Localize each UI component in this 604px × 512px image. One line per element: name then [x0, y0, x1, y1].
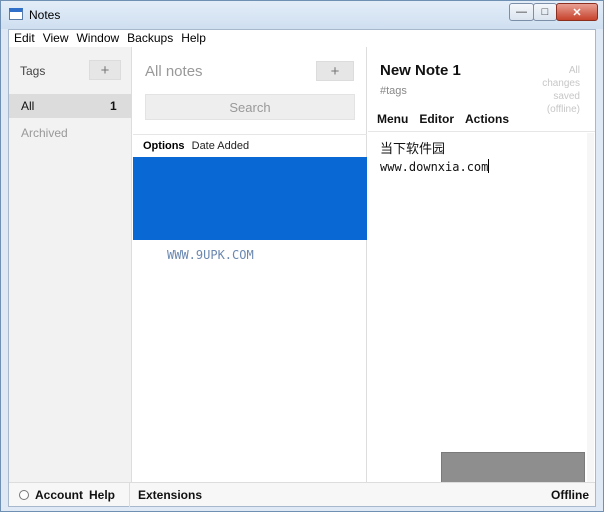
watermark-text: WWW.9UPK.COM [167, 248, 254, 262]
editor-scrollbar[interactable] [587, 133, 594, 482]
tag-item-all[interactable]: All 1 [9, 94, 132, 118]
add-note-button[interactable]: + [316, 61, 354, 81]
editor-actions-button[interactable]: Actions [465, 112, 509, 126]
note-tags-field[interactable]: #tags [380, 85, 407, 97]
search-input[interactable]: Search [145, 94, 355, 120]
tag-item-archived[interactable]: Archived [21, 126, 68, 140]
options-button[interactable]: Options [143, 140, 185, 152]
status-bar: Account Help Extensions Offline [9, 482, 595, 507]
minimize-button[interactable]: — [509, 3, 534, 21]
close-button[interactable]: ✕ [556, 3, 598, 21]
app-window: Notes — □ ✕ Edit View Window Backups Hel… [0, 0, 604, 512]
save-status-line: changes [542, 78, 580, 89]
menu-help[interactable]: Help [181, 30, 212, 47]
divider [129, 483, 130, 507]
divider [133, 134, 367, 135]
title-bar[interactable]: Notes — □ ✕ [1, 1, 603, 29]
note-title[interactable]: New Note 1 [380, 62, 461, 79]
sort-label[interactable]: Date Added [192, 140, 250, 152]
tag-count: 1 [110, 99, 117, 113]
text-caret [488, 159, 490, 173]
editor-menu-button[interactable]: Menu [377, 112, 408, 126]
sync-status: Offline [551, 488, 589, 502]
window-title: Notes [29, 8, 61, 22]
sort-options-row: Options Date Added [143, 140, 249, 152]
maximize-button[interactable]: □ [533, 3, 557, 21]
save-status-line: All [568, 65, 580, 76]
tags-heading: Tags [20, 64, 46, 78]
note-line: 当下软件园 [380, 141, 446, 156]
app-icon [9, 8, 23, 20]
help-button[interactable]: Help [89, 488, 115, 502]
extensions-button[interactable]: Extensions [138, 488, 202, 502]
note-list-item-selected[interactable] [133, 157, 367, 240]
save-status-line: saved [553, 91, 580, 102]
account-button[interactable]: Account [35, 488, 83, 502]
tag-item-label: All [21, 99, 35, 113]
editor-editor-button[interactable]: Editor [419, 112, 454, 126]
menu-backups[interactable]: Backups [127, 30, 179, 47]
menu-bar: Edit View Window Backups Help [9, 30, 595, 47]
notes-list-panel: All notes + Search Options Date Added WW… [133, 47, 367, 482]
app-content: Edit View Window Backups Help Tags + All… [8, 29, 596, 507]
notes-heading: All notes [145, 63, 203, 80]
menu-window[interactable]: Window [76, 30, 125, 47]
menu-view[interactable]: View [43, 30, 75, 47]
account-status-icon [19, 490, 29, 500]
add-tag-button[interactable]: + [89, 60, 121, 80]
note-editor-panel: New Note 1 #tags All changes saved (offl… [368, 47, 595, 482]
note-text-area[interactable]: 当下软件园 www.downxia.com [380, 140, 580, 176]
editor-toolbar: Menu Editor Actions [368, 107, 595, 132]
note-line: www.downxia.com [380, 160, 489, 174]
menu-edit[interactable]: Edit [14, 30, 41, 47]
tags-sidebar: Tags + All 1 Archived [9, 47, 132, 482]
